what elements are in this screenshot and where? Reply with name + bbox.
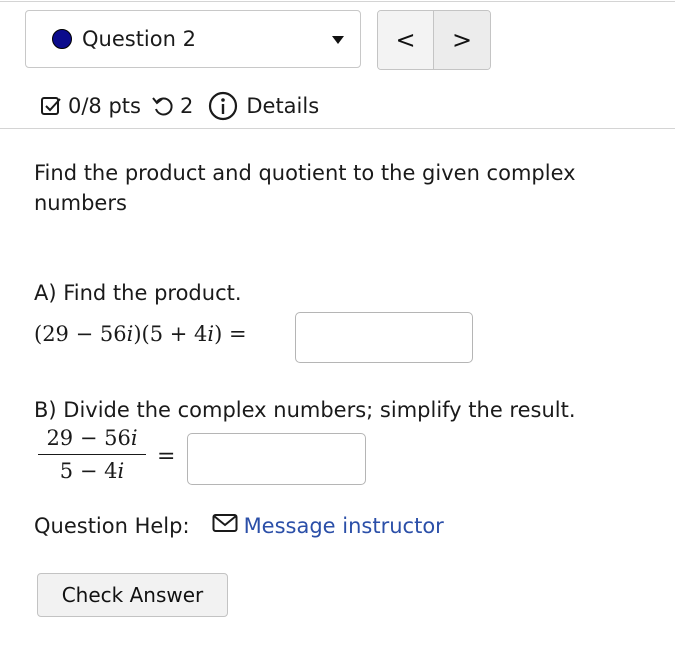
fraction-numerator: 29 − 56i: [46, 426, 138, 450]
question-status-dot: [52, 29, 72, 49]
retry-icon: [151, 94, 175, 118]
details-link[interactable]: Details: [246, 94, 319, 118]
meta-divider: [0, 128, 675, 129]
previous-question-button[interactable]: <: [378, 11, 435, 69]
question-meta: 0/8 pts 2 Details: [40, 90, 319, 122]
question-select[interactable]: Question 2: [25, 10, 361, 68]
envelope-icon[interactable]: [212, 513, 238, 538]
question-prompt: Find the product and quotient to the giv…: [34, 161, 576, 215]
chevron-left-icon: <: [395, 26, 416, 54]
part-a-expression: (29 − 56i)(5 + 4i) =: [34, 322, 247, 346]
fraction-denominator: 5 − 4i: [59, 459, 125, 483]
check-answer-button[interactable]: Check Answer: [37, 573, 228, 617]
attempts-count: 2: [179, 94, 194, 118]
message-instructor-link[interactable]: Message instructor: [244, 514, 444, 538]
part-b-fraction: 29 − 56i 5 − 4i: [38, 423, 146, 486]
next-question-button[interactable]: >: [434, 11, 490, 69]
question-nav-group: < >: [377, 10, 491, 70]
chevron-right-icon: >: [451, 26, 473, 54]
question-help: Question Help: Message instructor: [34, 513, 444, 538]
part-a-answer-input[interactable]: [295, 312, 473, 363]
checkbox-icon: [40, 95, 62, 117]
top-divider: [0, 1, 675, 2]
part-b-label: B) Divide the complex numbers; simplify …: [34, 398, 576, 422]
info-icon[interactable]: [208, 91, 238, 121]
part-a-label: A) Find the product.: [34, 281, 242, 305]
part-b-answer-input[interactable]: [187, 433, 366, 485]
question-help-label: Question Help:: [34, 513, 190, 538]
part-b-equals: =: [157, 444, 176, 469]
points-label: 0/8 pts: [68, 94, 141, 118]
question-select-label: Question 2: [82, 27, 196, 51]
fraction-bar: [38, 454, 146, 455]
caret-down-icon: [332, 36, 344, 44]
